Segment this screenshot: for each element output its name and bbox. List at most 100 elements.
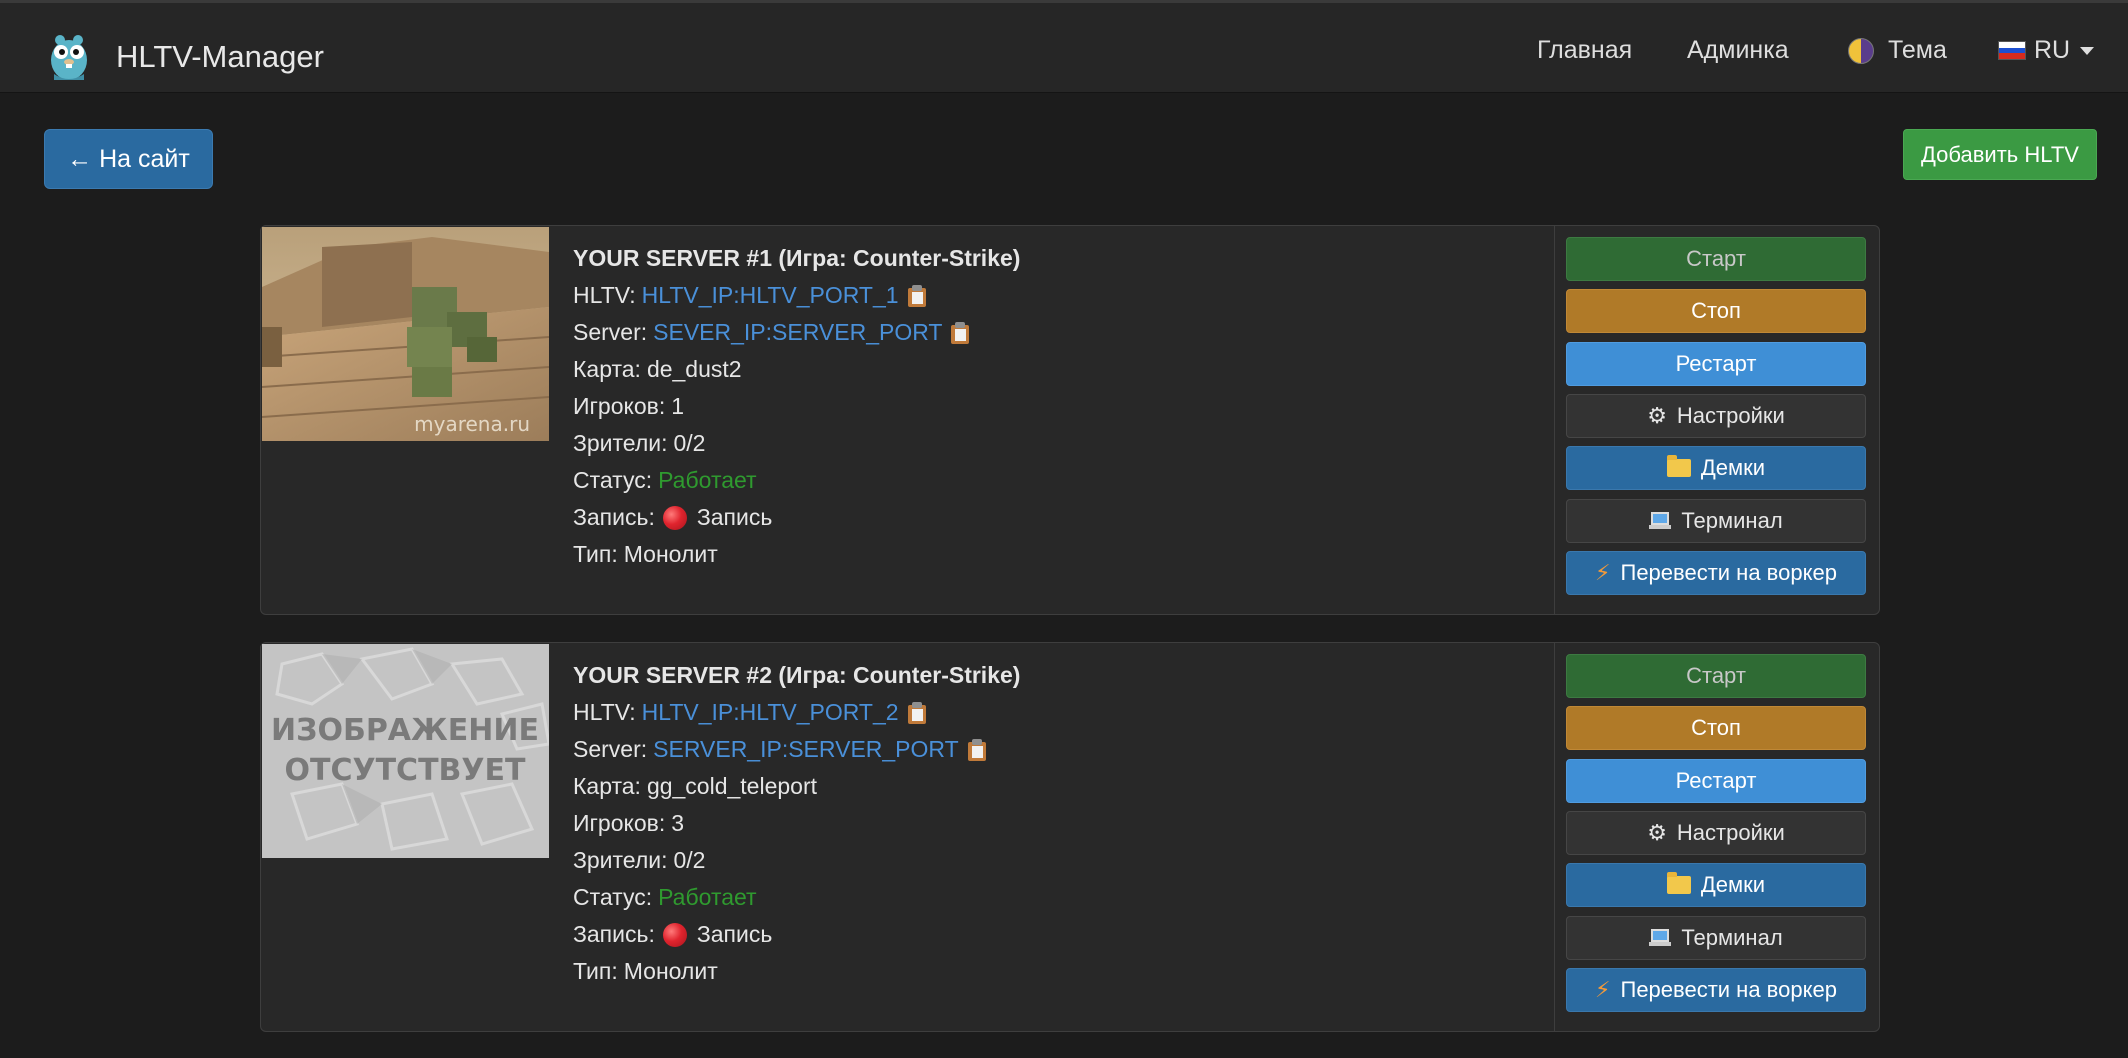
settings-label: Настройки (1676, 820, 1785, 845)
laptop-icon (1649, 929, 1672, 947)
map-value: gg_cold_teleport (646, 773, 818, 799)
server-actions: Старт Стоп Рестарт ⚙ Настройки Демки Тер… (1554, 226, 1880, 614)
start-button[interactable]: Старт (1566, 237, 1866, 281)
gear-icon: ⚙ (1647, 820, 1667, 845)
hltv-address-link[interactable]: HLTV_IP:HLTV_PORT_1 (642, 277, 899, 314)
record-value: Запись (696, 504, 773, 530)
move-to-worker-button[interactable]: ⚡ Перевести на воркер (1566, 968, 1866, 1012)
server-title: YOUR SERVER #2 (Игра: Counter-Strike) (573, 662, 1021, 688)
folder-icon (1666, 455, 1691, 477)
theme-toggle[interactable]: Тема (1848, 36, 1947, 65)
viewers-row: Зрители: 0/2 (573, 425, 1513, 462)
map-row: Карта: de_dust2 (573, 351, 1513, 388)
gopher-logo-icon (51, 35, 87, 80)
status-value: Работает (658, 467, 757, 493)
language-dropdown[interactable]: RU (1998, 36, 2095, 65)
hltv-label: HLTV: (573, 282, 636, 308)
hltv-row: HLTV: HLTV_IP:HLTV_PORT_1 (573, 277, 1513, 314)
restart-button[interactable]: Рестарт (1566, 759, 1866, 803)
server-row: Server: SERVER_IP:SERVER_PORT (573, 731, 1513, 768)
back-to-site-button[interactable]: ← На сайт (44, 129, 213, 189)
settings-label: Настройки (1676, 403, 1785, 428)
thumbnail-text-line-1: ИЗОБРАЖЕНИЕ (271, 713, 539, 748)
viewers-label: Зрители: (573, 847, 668, 873)
viewers-row: Зрители: 0/2 (573, 842, 1513, 879)
map-label: Карта: (573, 356, 641, 382)
clipboard-icon[interactable] (907, 284, 927, 307)
server-row: Server: SEVER_IP:SERVER_PORT (573, 314, 1513, 351)
server-label: Server: (573, 319, 648, 345)
start-button[interactable]: Старт (1566, 654, 1866, 698)
status-value: Работает (658, 884, 757, 910)
map-thumbnail: myarena.ru (262, 227, 549, 441)
map-label: Карта: (573, 773, 641, 799)
players-row: Игроков: 3 (573, 805, 1513, 842)
clipboard-icon[interactable] (907, 701, 927, 724)
terminal-label: Терминал (1681, 508, 1783, 533)
hltv-address-link[interactable]: HLTV_IP:HLTV_PORT_2 (642, 694, 899, 731)
language-label: RU (2034, 36, 2071, 64)
status-row: Статус: Работает (573, 879, 1513, 916)
hltv-row: HLTV: HLTV_IP:HLTV_PORT_2 (573, 694, 1513, 731)
players-value: 1 (671, 393, 685, 419)
record-row: Запись: Запись (573, 499, 1513, 536)
stop-button[interactable]: Стоп (1566, 706, 1866, 750)
viewers-value: 0/2 (673, 847, 706, 873)
demos-label: Демки (1700, 872, 1766, 897)
nav-home-link[interactable]: Главная (1537, 36, 1632, 65)
worker-label: Перевести на воркер (1620, 977, 1837, 1002)
lightning-icon: ⚡ (1595, 560, 1611, 585)
add-hltv-button[interactable]: Добавить HLTV (1903, 129, 2097, 180)
clipboard-icon[interactable] (950, 321, 970, 344)
type-label: Тип: (573, 541, 618, 567)
hltv-label: HLTV: (573, 699, 636, 725)
settings-button[interactable]: ⚙ Настройки (1566, 811, 1866, 855)
server-card: myarena.ru YOUR SERVER #1 (Игра: Counter… (260, 225, 1880, 615)
demos-button[interactable]: Демки (1566, 863, 1866, 907)
players-row: Игроков: 1 (573, 388, 1513, 425)
clipboard-icon[interactable] (967, 738, 987, 761)
red-circle-icon (662, 922, 687, 947)
server-info: YOUR SERVER #1 (Игра: Counter-Strike) HL… (573, 240, 1513, 573)
server-card: ИЗОБРАЖЕНИЕ ОТСУТСТВУЕТ YOUR SERVER #2 (… (260, 642, 1880, 1032)
navbar: HLTV-Manager Главная Админка Тема RU (0, 0, 2128, 93)
type-row: Тип: Монолит (573, 953, 1513, 990)
thumbnail-text-line-2: ОТСУТСТВУЕТ (284, 753, 526, 788)
laptop-icon (1649, 512, 1672, 530)
server-actions: Старт Стоп Рестарт ⚙ Настройки Демки Тер… (1554, 643, 1880, 1031)
move-to-worker-button[interactable]: ⚡ Перевести на воркер (1566, 551, 1866, 595)
nav-home-label: Главная (1537, 36, 1633, 64)
record-label: Запись: (573, 504, 655, 530)
terminal-label: Терминал (1681, 925, 1783, 950)
brand[interactable]: HLTV-Manager (42, 29, 324, 85)
folder-icon (1666, 872, 1691, 894)
map-row: Карта: gg_cold_teleport (573, 768, 1513, 805)
settings-button[interactable]: ⚙ Настройки (1566, 394, 1866, 438)
gear-icon: ⚙ (1647, 403, 1667, 428)
brand-title: HLTV-Manager (116, 39, 324, 74)
terminal-button[interactable]: Терминал (1566, 499, 1866, 543)
type-value: Монолит (623, 541, 718, 567)
status-label: Статус: (573, 467, 653, 493)
server-address-link[interactable]: SERVER_IP:SERVER_PORT (653, 731, 959, 768)
demos-button[interactable]: Демки (1566, 446, 1866, 490)
worker-label: Перевести на воркер (1620, 560, 1837, 585)
terminal-button[interactable]: Терминал (1566, 916, 1866, 960)
type-value: Монолит (623, 958, 718, 984)
viewers-value: 0/2 (673, 430, 706, 456)
nav-admin-link[interactable]: Админка (1687, 36, 1789, 65)
demos-label: Демки (1700, 455, 1766, 480)
map-thumbnail: ИЗОБРАЖЕНИЕ ОТСУТСТВУЕТ (262, 644, 549, 858)
stop-button[interactable]: Стоп (1566, 289, 1866, 333)
viewers-label: Зрители: (573, 430, 668, 456)
server-label: Server: (573, 736, 648, 762)
map-value: de_dust2 (646, 356, 742, 382)
record-row: Запись: Запись (573, 916, 1513, 953)
server-address-link[interactable]: SEVER_IP:SERVER_PORT (653, 314, 942, 351)
caret-down-icon (2080, 46, 2095, 55)
restart-button[interactable]: Рестарт (1566, 342, 1866, 386)
status-label: Статус: (573, 884, 653, 910)
thumbnail-watermark: myarena.ru (414, 412, 530, 436)
record-value: Запись (696, 921, 773, 947)
players-label: Игроков: (573, 810, 666, 836)
